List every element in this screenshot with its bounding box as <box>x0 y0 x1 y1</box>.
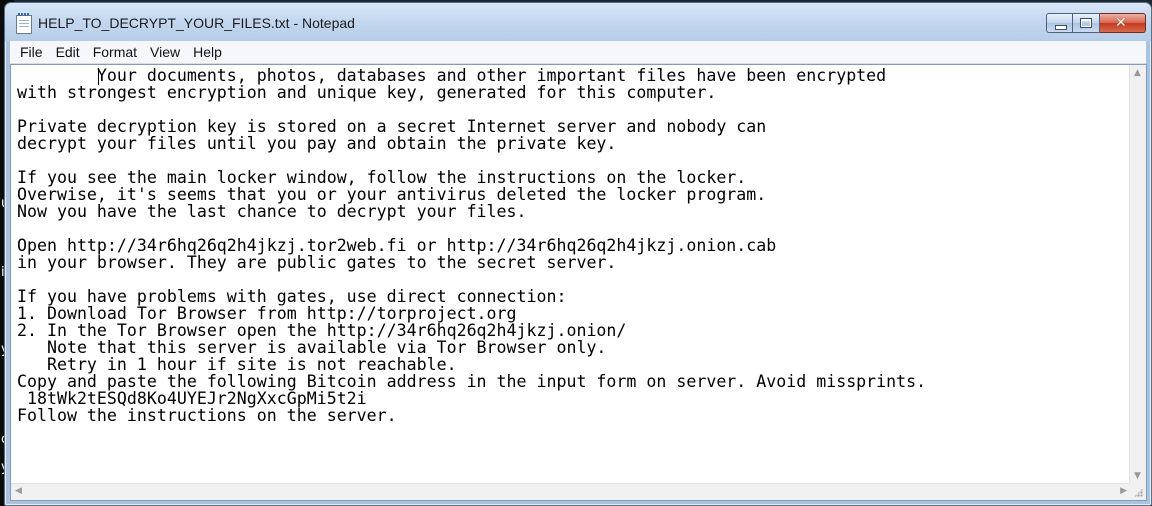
minimize-button[interactable] <box>1046 13 1073 33</box>
menu-help[interactable]: Help <box>193 44 222 60</box>
vertical-scrollbar[interactable]: ▲ ▼ <box>1129 65 1146 485</box>
caption-buttons: ✕ <box>1046 13 1146 33</box>
menu-bar: File Edit Format View Help <box>10 41 1146 64</box>
scroll-right-icon[interactable]: ▶ <box>1120 487 1127 496</box>
menu-file[interactable]: File <box>20 44 43 60</box>
menu-format[interactable]: Format <box>93 44 137 60</box>
horizontal-scrollbar[interactable]: ◀ ▶ <box>11 483 1131 500</box>
scroll-up-icon[interactable]: ▲ <box>1134 69 1141 78</box>
maximize-button[interactable] <box>1073 13 1100 33</box>
notepad-window: HELP_TO_DECRYPT_YOUR_FILES.txt - Notepad… <box>4 2 1152 506</box>
text-editor[interactable]: Your documents, photos, databases and ot… <box>11 65 1131 485</box>
menu-edit[interactable]: Edit <box>56 44 80 60</box>
scroll-left-icon[interactable]: ◀ <box>15 487 22 496</box>
scroll-down-icon[interactable]: ▼ <box>1134 472 1141 481</box>
notepad-icon[interactable] <box>16 13 32 34</box>
document-text[interactable]: Your documents, photos, databases and ot… <box>11 65 1131 424</box>
text-caret <box>98 68 99 85</box>
menu-view[interactable]: View <box>150 44 180 60</box>
close-button[interactable]: ✕ <box>1100 13 1146 33</box>
close-icon: ✕ <box>1115 15 1127 31</box>
minimize-icon <box>1055 25 1067 30</box>
title-bar[interactable]: HELP_TO_DECRYPT_YOUR_FILES.txt - Notepad… <box>5 3 1151 41</box>
maximize-icon <box>1080 18 1092 28</box>
window-title: HELP_TO_DECRYPT_YOUR_FILES.txt - Notepad <box>38 15 355 31</box>
resize-grip-icon[interactable] <box>1129 483 1146 500</box>
editor-area: Your documents, photos, databases and ot… <box>10 64 1147 501</box>
